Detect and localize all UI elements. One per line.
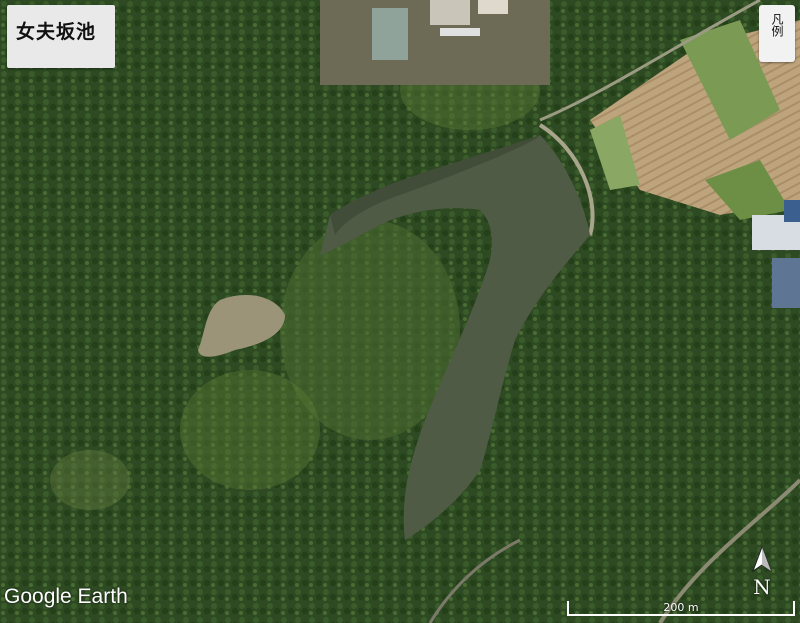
building (772, 258, 800, 308)
forest-patch (180, 370, 320, 490)
north-arrow: N (745, 545, 779, 601)
legend-button[interactable]: 凡例 (759, 5, 795, 62)
map-title: 女夫坂池 (16, 21, 97, 43)
satellite-map[interactable] (0, 0, 800, 623)
google-earth-logo: Google Earth (4, 585, 128, 608)
forest-patch (50, 450, 130, 510)
scale-bar: 200 m (566, 597, 796, 617)
map-title-box: 女夫坂池 (7, 5, 115, 68)
building (784, 200, 800, 222)
north-arrow-icon (751, 545, 773, 573)
building (372, 8, 408, 60)
building (440, 28, 480, 36)
legend-button-label: 凡例 (770, 13, 784, 37)
north-label: N (753, 575, 771, 599)
building (478, 0, 508, 14)
building (430, 0, 470, 25)
scale-label: 200 m (663, 601, 699, 614)
